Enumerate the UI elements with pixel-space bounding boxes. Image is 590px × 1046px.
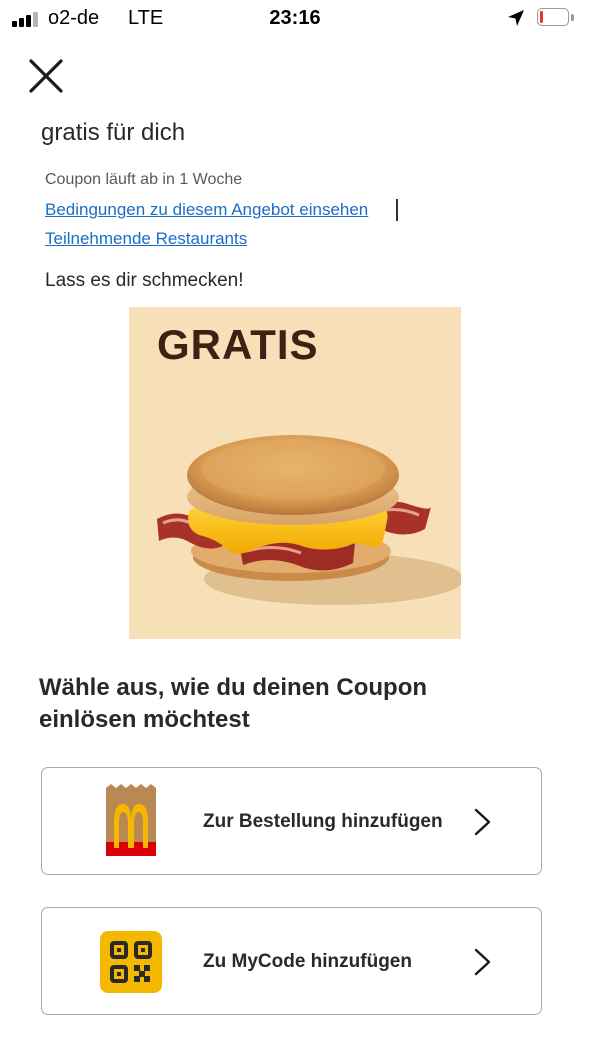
close-button[interactable] — [26, 56, 66, 96]
close-icon — [29, 59, 63, 93]
coupon-tagline: Lass es dir schmecken! — [45, 270, 244, 291]
redeem-headline: Wähle aus, wie du deinen Coupon einlösen… — [39, 674, 428, 733]
add-to-order-label: Zur Bestellung hinzufügen — [203, 811, 443, 832]
add-to-mycode-label: Zu MyCode hinzufügen — [203, 951, 412, 972]
add-to-order-button[interactable]: Zur Bestellung hinzufügen — [41, 767, 542, 875]
chevron-right-icon — [474, 948, 491, 976]
terms-link[interactable]: Bedingungen zu diesem Angebot einsehen — [45, 200, 368, 220]
status-bar: o2-de LTE 23:16 — [0, 0, 590, 40]
add-to-mycode-button[interactable]: Zu MyCode hinzufügen — [41, 907, 542, 1015]
link-divider — [396, 199, 398, 221]
battery-level — [540, 11, 543, 23]
location-arrow-icon — [508, 10, 524, 26]
coupon-image: GRATIS — [129, 307, 461, 639]
chevron-right-icon — [474, 808, 491, 836]
mcdonalds-bag-icon — [106, 784, 156, 856]
coupon-expiry: Coupon läuft ab in 1 Woche — [45, 171, 243, 188]
coupon-image-label: GRATIS — [157, 321, 319, 368]
coupon-title: gratis für dich — [41, 119, 186, 146]
status-time: 23:16 — [269, 7, 321, 29]
qr-code-icon — [100, 931, 162, 993]
participating-restaurants-link[interactable]: Teilnehmende Restaurants — [45, 229, 247, 249]
battery-icon — [537, 8, 575, 28]
